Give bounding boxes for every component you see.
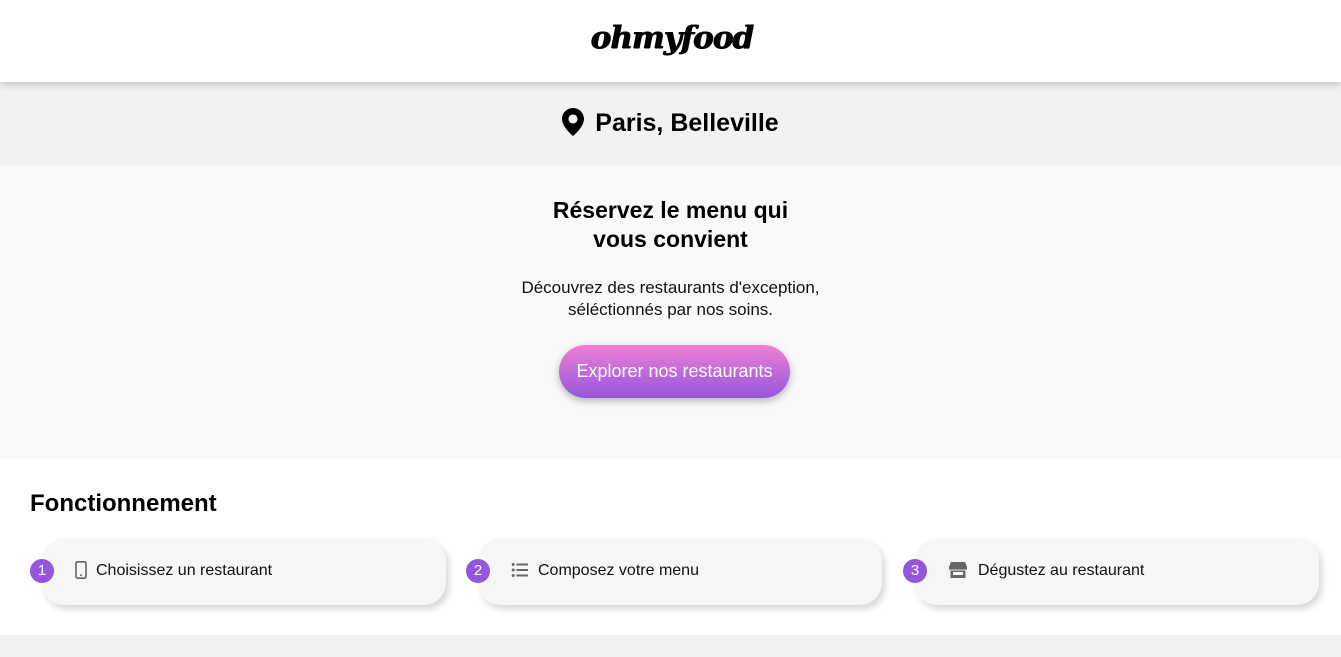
hero-title-line1: Réservez le menu qui: [552, 197, 789, 223]
list-icon: [511, 563, 528, 577]
hero-title: Réservez le menu qui vous convient: [0, 196, 1341, 254]
how-it-works-section: Fonctionnement 1 Choisissez un restauran…: [0, 459, 1341, 635]
map-marker-icon: [562, 107, 585, 136]
step-1: 1 Choisissez un restaurant: [30, 539, 450, 605]
hero-subtitle-line2: séléctionnés par nos soins.: [567, 300, 774, 319]
step-label: Composez votre menu: [538, 562, 699, 579]
site-logo[interactable]: ohmyfood: [590, 20, 753, 56]
site-header: ohmyfood: [0, 0, 1341, 82]
step-label: Choisissez un restaurant: [96, 562, 273, 579]
mobile-phone-icon: [75, 561, 87, 579]
how-it-works-title: Fonctionnement: [30, 490, 217, 517]
location-bar: Paris, Belleville: [0, 82, 1341, 165]
step-number-badge: 1: [30, 559, 54, 583]
step-2: 2 Composez votre menu: [466, 539, 886, 605]
step-number-badge: 3: [903, 559, 927, 583]
store-icon: [949, 562, 967, 578]
explore-restaurants-button[interactable]: Explorer nos restaurants: [559, 345, 790, 398]
next-section-edge: [0, 635, 1341, 657]
step-number-badge: 2: [466, 559, 490, 583]
step-label: Dégustez au restaurant: [978, 562, 1145, 579]
hero-section: Réservez le menu qui vous convient Décou…: [0, 165, 1341, 459]
location-label: Paris, Belleville: [595, 109, 779, 137]
step-3: 3 Dégustez au restaurant: [903, 539, 1323, 605]
hero-subtitle: Découvrez des restaurants d'exception, s…: [0, 277, 1341, 321]
hero-title-line2: vous convient: [593, 226, 748, 252]
hero-subtitle-line1: Découvrez des restaurants d'exception,: [521, 278, 820, 297]
